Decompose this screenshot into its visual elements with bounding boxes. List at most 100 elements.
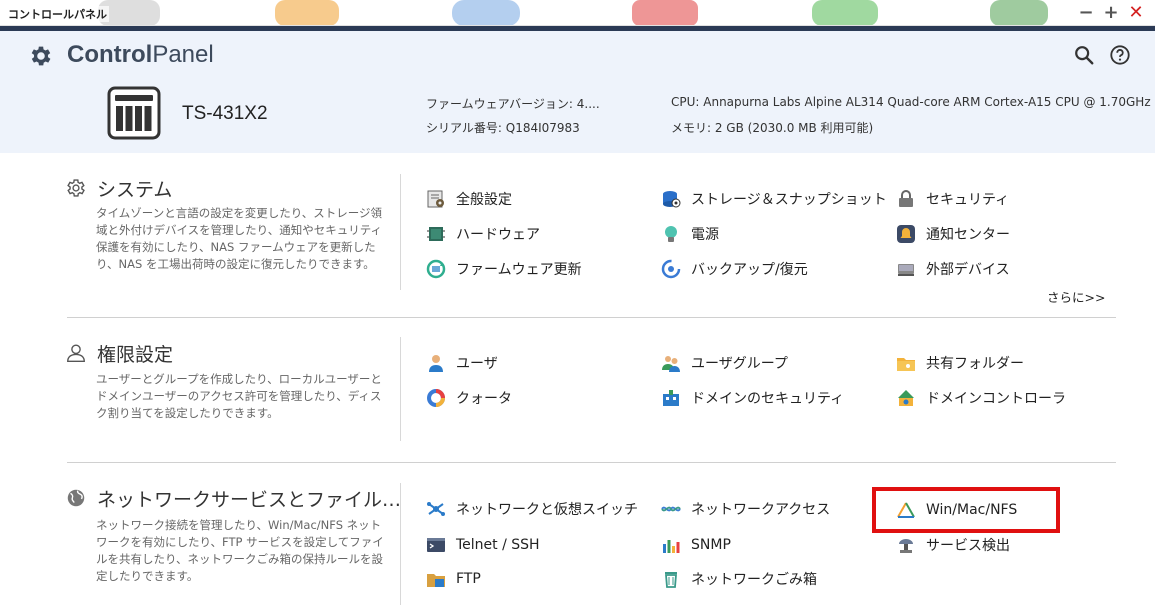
backup-icon: [661, 259, 681, 279]
item-label: SNMP: [691, 537, 731, 553]
item-ftp[interactable]: FTP: [426, 567, 481, 591]
external-device-icon: [898, 264, 914, 276]
item-label: ファームウェア更新: [456, 262, 582, 278]
minimize-button[interactable]: −: [1076, 3, 1096, 23]
notification-icon: [897, 225, 915, 243]
item-users[interactable]: ユーザ: [426, 351, 498, 375]
recycle-bin-icon: [665, 572, 677, 588]
maximize-button[interactable]: +: [1101, 3, 1121, 23]
service-discovery-icon: [899, 539, 913, 553]
memory-info: メモリ: 2 GB (2030.0 MB 利用可能): [671, 119, 873, 136]
item-storage-snapshots[interactable]: ストレージ＆スナップショット: [661, 187, 887, 211]
section-separator: [67, 462, 1116, 463]
user-outline-icon: [67, 344, 85, 362]
item-label: ユーザグループ: [691, 356, 788, 372]
item-notification-center[interactable]: 通知センター: [896, 222, 1010, 246]
item-network-access[interactable]: ネットワークアクセス: [661, 497, 830, 521]
item-label: サービス検出: [926, 538, 1010, 554]
user-icon: [429, 355, 443, 372]
network-access-icon: [661, 506, 681, 512]
lock-icon: [899, 190, 913, 207]
storage-icon: [663, 191, 681, 208]
item-power[interactable]: 電源: [661, 222, 719, 246]
item-label: 外部デバイス: [926, 262, 1010, 278]
item-label: Telnet / SSH: [456, 537, 540, 553]
firmware-update-icon: [426, 259, 446, 279]
quota-icon: [427, 389, 445, 407]
item-label: ハードウェア: [456, 227, 540, 243]
section-title-privilege: 権限設定: [97, 344, 174, 366]
item-security[interactable]: セキュリティ: [896, 187, 1009, 211]
window-title: コントロールパネル: [6, 6, 109, 22]
domain-controller-icon: [898, 390, 914, 406]
general-settings-icon: [427, 190, 444, 208]
item-shared-folders[interactable]: 共有フォルダー: [896, 351, 1024, 375]
shared-folder-icon: [897, 358, 915, 371]
terminal-icon: [427, 538, 445, 552]
item-network-virtual-switch[interactable]: ネットワークと仮想スイッチ: [426, 497, 638, 521]
item-user-groups[interactable]: ユーザグループ: [661, 351, 788, 375]
item-general-settings[interactable]: 全般設定: [426, 187, 512, 211]
close-button[interactable]: ✕: [1126, 3, 1146, 23]
network-switch-icon: [427, 502, 445, 516]
item-label: ドメインのセキュリティ: [691, 391, 845, 407]
section-divider-vertical: [400, 337, 401, 441]
user-group-icon: [662, 356, 680, 372]
item-label: ネットワークと仮想スイッチ: [456, 502, 638, 518]
item-domain-security[interactable]: ドメインのセキュリティ: [661, 386, 844, 410]
memory-value: 2 GB (2030.0 MB 利用可能): [714, 121, 874, 135]
firmware-value: 4....: [576, 97, 600, 111]
item-service-discovery[interactable]: サービス検出: [896, 533, 1010, 557]
item-label: バックアップ/復元: [691, 262, 808, 278]
item-firmware-update[interactable]: ファームウェア更新: [426, 257, 582, 281]
item-domain-controller[interactable]: ドメインコントローラ: [896, 386, 1066, 410]
item-label: 全般設定: [456, 192, 512, 208]
item-snmp[interactable]: SNMP: [661, 533, 731, 557]
serial-label: シリアル番号:: [426, 121, 506, 135]
section-divider-vertical: [400, 483, 401, 605]
item-label: FTP: [456, 571, 481, 587]
item-label: ドメインコントローラ: [926, 391, 1066, 407]
item-label: ストレージ＆スナップショット: [691, 192, 887, 208]
item-label: 電源: [691, 227, 719, 243]
search-icon[interactable]: [1073, 44, 1095, 66]
domain-security-icon: [663, 390, 679, 406]
logo-regular: Panel: [152, 41, 214, 68]
section-title-network: ネットワークサービスとファイル…: [97, 489, 402, 511]
section-divider-vertical: [400, 174, 401, 290]
background-desktop-icons: [98, 0, 1048, 25]
item-label: 通知センター: [926, 227, 1010, 243]
item-quota[interactable]: クォータ: [426, 386, 512, 410]
section-desc-system: タイムゾーンと言語の設定を変更したり、ストレージ領域と外付けデバイスを管理したり…: [96, 206, 383, 271]
item-external-devices[interactable]: 外部デバイス: [896, 257, 1010, 281]
highlight-box: [872, 487, 1060, 533]
system-gear-icon: [67, 179, 85, 197]
app-logo-text: ControlPanel: [67, 41, 214, 69]
power-bulb-icon: [665, 226, 677, 242]
item-network-recycle-bin[interactable]: ネットワークごみ箱: [661, 567, 817, 591]
help-icon[interactable]: [1109, 44, 1131, 66]
firmware-label: ファームウェアバージョン:: [426, 97, 577, 111]
cpu-value: Annapurna Labs Alpine AL314 Quad-core AR…: [703, 95, 1151, 109]
memory-label: メモリ:: [671, 121, 715, 135]
section-desc-privilege: ユーザーとグループを作成したり、ローカルユーザーとドメインユーザーのアクセス許可…: [96, 372, 382, 420]
control-panel-header: ControlPanel TS-431X2 ファームウェアバージョン: 4...…: [0, 31, 1155, 153]
item-label: ユーザ: [456, 356, 498, 372]
item-telnet-ssh[interactable]: Telnet / SSH: [426, 533, 540, 557]
nas-device-icon: [107, 86, 161, 140]
more-link[interactable]: さらに>>: [1047, 287, 1105, 306]
nas-model-name: TS-431X2: [182, 103, 268, 124]
snmp-chart-icon: [663, 540, 680, 553]
firmware-info: ファームウェアバージョン: 4....: [426, 95, 600, 112]
logo-bold: Control: [67, 41, 153, 68]
item-backup-restore[interactable]: バックアップ/復元: [661, 257, 808, 281]
item-label: 共有フォルダー: [926, 356, 1024, 372]
item-hardware[interactable]: ハードウェア: [426, 222, 540, 246]
window-titlebar: コントロールパネル − + ✕: [0, 0, 1155, 26]
section-desc-network: ネットワーク接続を管理したり、Win/Mac/NFS ネットワークを有効にしたり…: [96, 518, 384, 583]
globe-icon: [67, 489, 85, 507]
item-label: クォータ: [456, 391, 512, 407]
item-label: ネットワークアクセス: [691, 502, 831, 518]
cpu-label: CPU:: [671, 95, 704, 109]
section-separator: [67, 317, 1116, 318]
